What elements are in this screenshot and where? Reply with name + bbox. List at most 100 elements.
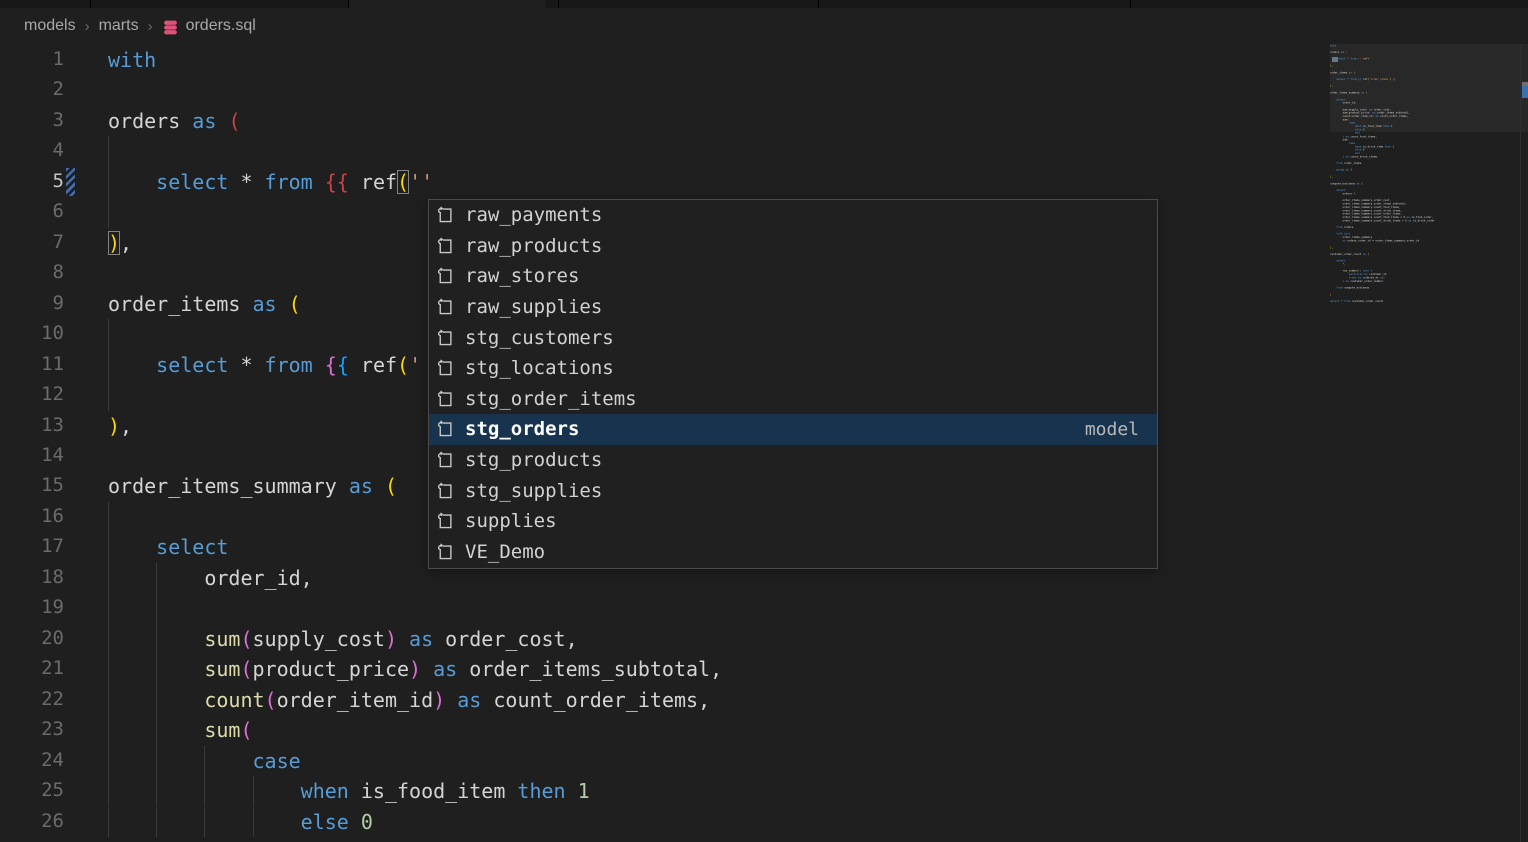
line-number[interactable]: 17 — [0, 535, 64, 557]
code-line[interactable]: else 0 — [108, 807, 373, 837]
code-token: from — [265, 170, 313, 194]
line-number[interactable]: 11 — [0, 353, 64, 375]
suggest-item-VE_Demo[interactable]: VE_Demo — [429, 537, 1157, 568]
minimap-line: select * from customer_order_count — [1330, 300, 1520, 303]
code-token: ( — [397, 353, 409, 377]
line-number[interactable]: 13 — [0, 414, 64, 436]
code-token: as — [457, 688, 481, 712]
code-token: 0 — [1363, 148, 1365, 151]
suggest-item-stg_locations[interactable]: stg_locations — [429, 353, 1157, 384]
code-token: as — [192, 109, 216, 133]
line-number[interactable]: 6 — [0, 200, 64, 222]
line-number[interactable]: 4 — [0, 139, 64, 161]
code-line[interactable]: sum(product_price) as order_items_subtot… — [108, 654, 722, 684]
code-line[interactable]: ), — [108, 411, 132, 441]
minimap-modified-marker — [1332, 57, 1338, 62]
suggest-item-supplies[interactable]: supplies — [429, 506, 1157, 537]
overview-ruler[interactable] — [1520, 44, 1521, 842]
code-token: count_food_items, — [1349, 135, 1377, 138]
breadcrumb-item-marts[interactable]: marts — [99, 17, 139, 35]
line-number[interactable]: 23 — [0, 718, 64, 740]
indent-guide — [108, 593, 109, 623]
suggest-item-raw_stores[interactable]: raw_stores — [429, 261, 1157, 292]
breadcrumb-item-file[interactable]: orders.sql — [186, 17, 256, 35]
code-token: 0 — [1363, 128, 1365, 131]
line-number[interactable]: 12 — [0, 383, 64, 405]
code-token: ref — [349, 353, 397, 377]
line-number[interactable]: 24 — [0, 749, 64, 771]
code-token: select — [156, 535, 228, 559]
code-token: order_items_summary — [1330, 91, 1361, 94]
code-token — [1330, 155, 1343, 158]
code-token: supply_cost — [253, 627, 385, 651]
line-number[interactable]: 26 — [0, 810, 64, 832]
code-token: orders.order_id = order_items_summary.or… — [1346, 239, 1420, 242]
code-line[interactable]: ), — [108, 228, 132, 258]
minimap[interactable]: withorders as ( select * from {{ ref('')… — [1330, 44, 1520, 384]
code-token: customer_order_count — [1330, 253, 1363, 256]
breadcrumb-item-models[interactable]: models — [24, 17, 76, 35]
code-token — [108, 535, 156, 559]
suggest-item-stg_supplies[interactable]: stg_supplies — [429, 475, 1157, 506]
suggest-item-stg_customers[interactable]: stg_customers — [429, 322, 1157, 353]
code-line[interactable]: case — [108, 746, 301, 776]
line-number[interactable]: 9 — [0, 292, 64, 314]
code-line[interactable]: order_items_summary as ( — [108, 471, 397, 501]
code-token: as — [349, 474, 373, 498]
code-line[interactable]: with — [108, 45, 156, 75]
code-token — [1330, 239, 1343, 242]
line-number[interactable]: 20 — [0, 627, 64, 649]
code-line[interactable]: order_items as ( — [108, 289, 301, 319]
code-token: , — [120, 231, 132, 255]
suggest-item-stg_order_items[interactable]: stg_order_items — [429, 384, 1157, 415]
go-to-file-icon — [435, 204, 459, 226]
code-line[interactable]: orders as ( — [108, 106, 240, 136]
line-number[interactable]: 5 — [0, 170, 64, 192]
code-line[interactable]: sum(supply_cost) as order_cost, — [108, 624, 578, 654]
code-line[interactable]: select * from {{ ref(' — [108, 350, 421, 380]
line-number[interactable]: 1 — [0, 48, 64, 70]
line-number[interactable]: 19 — [0, 596, 64, 618]
suggest-item-label: stg_customers — [465, 327, 614, 349]
line-number[interactable]: 25 — [0, 779, 64, 801]
line-number[interactable]: 8 — [0, 261, 64, 283]
code-token: select — [1330, 300, 1339, 303]
line-number[interactable]: 18 — [0, 566, 64, 588]
code-token: , — [1332, 84, 1334, 87]
code-token — [108, 810, 301, 834]
line-number[interactable]: 3 — [0, 109, 64, 131]
suggest-item-raw_products[interactable]: raw_products — [429, 231, 1157, 262]
code-token: ( — [1366, 91, 1368, 94]
code-line[interactable]: count(order_item_id) as count_order_item… — [108, 685, 710, 715]
code-line[interactable]: select * from {{ ref('' — [108, 167, 433, 197]
line-number[interactable]: 10 — [0, 322, 64, 344]
line-number[interactable]: 7 — [0, 231, 64, 253]
code-token: when — [301, 779, 349, 803]
code-token: {{ — [325, 170, 349, 194]
code-line[interactable]: select — [108, 532, 228, 562]
modified-line-marker[interactable] — [66, 168, 75, 196]
tab-bar[interactable] — [0, 0, 1528, 8]
code-line[interactable]: when is_food_item then 1 — [108, 776, 590, 806]
line-number[interactable]: 22 — [0, 688, 64, 710]
suggest-widget[interactable]: raw_paymentsraw_productsraw_storesraw_su… — [428, 199, 1158, 569]
code-token: as — [433, 657, 457, 681]
matched-bracket: ( — [397, 170, 409, 194]
line-number[interactable]: 21 — [0, 657, 64, 679]
line-number[interactable]: 14 — [0, 444, 64, 466]
code-token — [313, 353, 325, 377]
line-number[interactable]: 2 — [0, 78, 64, 100]
code-token — [445, 688, 457, 712]
line-number[interactable]: 16 — [0, 505, 64, 527]
code-line[interactable]: order_id, — [108, 563, 313, 593]
suggest-item-stg_products[interactable]: stg_products — [429, 445, 1157, 476]
code-token: orders.*, — [1330, 192, 1357, 195]
suggest-item-raw_supplies[interactable]: raw_supplies — [429, 292, 1157, 323]
go-to-file-icon — [435, 296, 459, 318]
suggest-item-raw_payments[interactable]: raw_payments — [429, 200, 1157, 231]
line-number[interactable]: 15 — [0, 474, 64, 496]
suggest-item-label: supplies — [465, 510, 557, 532]
code-line[interactable]: sum( — [108, 715, 253, 745]
code-token: , — [1332, 175, 1334, 178]
suggest-item-stg_orders[interactable]: stg_ordersmodel — [429, 414, 1157, 445]
